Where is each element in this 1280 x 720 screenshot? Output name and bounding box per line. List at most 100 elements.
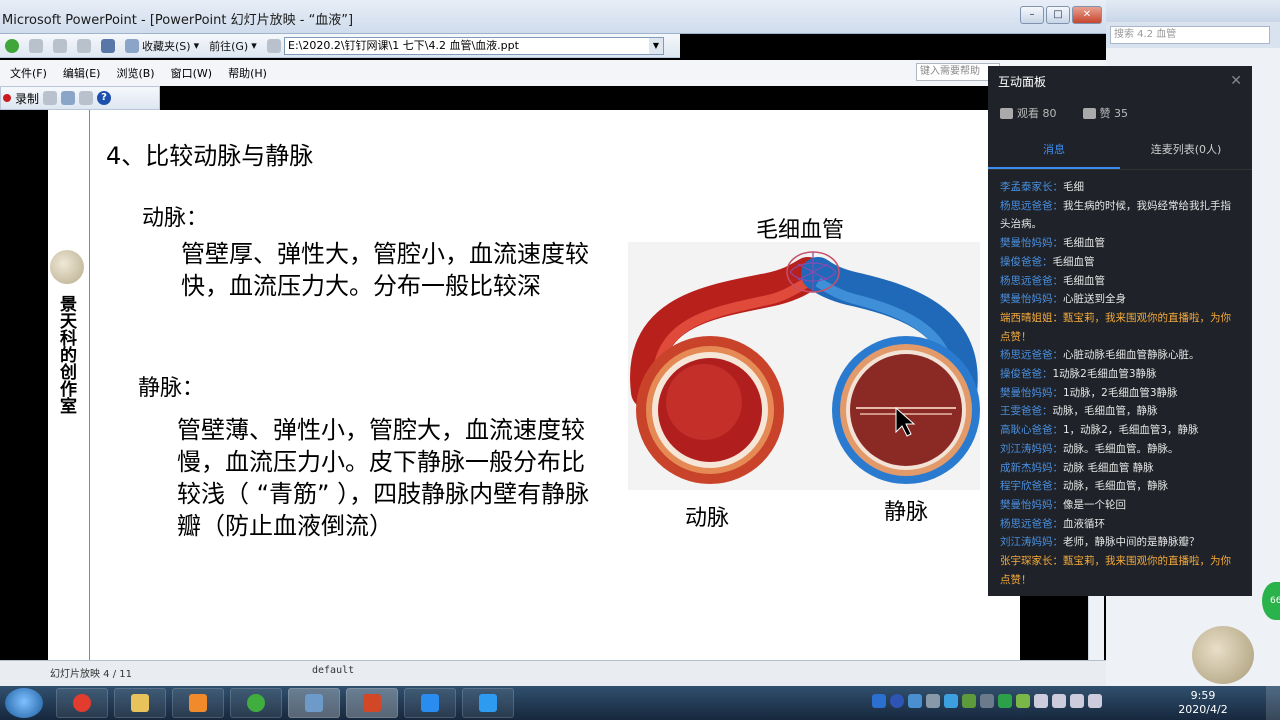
panel-tabs: 消息 连麦列表(0人)	[988, 130, 1252, 170]
chat-message-text: 1动脉，2毛细血管3静脉	[1063, 386, 1178, 399]
chat-message-text: 心脏动脉毛细血管静脉心脏。	[1063, 349, 1200, 362]
refresh-button[interactable]	[72, 38, 96, 53]
nvidia-icon[interactable]	[1016, 694, 1030, 708]
chat-message-text: 动脉，毛细血管，静脉	[1063, 480, 1168, 493]
slide[interactable]: 景天科的创作室 4、比较动脉与静脉 动脉： 管壁厚、弹性大，管腔小，血流速度较快…	[48, 110, 1020, 660]
address-text: E:\2020.2\钉钉网课\1 七下\4.2 血管\血液.ppt	[288, 39, 519, 52]
window-title: Microsoft PowerPoint - [PowerPoint 幻灯片放映…	[2, 13, 354, 28]
chat-message-author: 杨思远爸爸：	[1000, 274, 1063, 287]
tab-messages[interactable]: 消息	[988, 130, 1120, 169]
chat-message: 樊曼怡妈妈：1动脉，2毛细血管3静脉	[1000, 384, 1240, 403]
goto-label: 前往(G)	[209, 39, 249, 53]
folder-icon	[131, 694, 149, 712]
page-icon	[266, 38, 281, 53]
chat-message: 张宇琛家长：甄宝莉，我来围观你的直播啦，为你点赞！	[1000, 552, 1240, 589]
slideshow-toolbar: 录制 ?	[0, 86, 160, 110]
input-icon[interactable]	[980, 694, 994, 708]
volume-icon[interactable]	[1070, 694, 1084, 708]
menu-window[interactable]: 窗口(W)	[163, 65, 220, 81]
mail-icon[interactable]	[79, 91, 94, 105]
taskbar-image[interactable]	[288, 688, 340, 718]
menu-browse[interactable]: 浏览(B)	[108, 65, 162, 81]
menu-file[interactable]: 文件(F)	[2, 65, 55, 81]
print-icon[interactable]	[43, 91, 58, 105]
chat-message: 李孟泰家长：毛细	[1000, 178, 1240, 197]
media-icon	[189, 694, 207, 712]
record-button[interactable]: 录制	[15, 90, 39, 107]
refresh-icon	[77, 38, 91, 53]
maximize-button[interactable]: □	[1046, 6, 1070, 24]
taskbar-ie[interactable]	[230, 688, 282, 718]
chat-message-author: 李孟泰家长：	[1000, 181, 1063, 193]
chat-message-author: 操俊爸爸：	[1000, 368, 1053, 381]
chat-message-text: 动脉 毛细血管 静脉	[1063, 461, 1154, 474]
chat-message-author: 高耿心爸爸：	[1000, 424, 1063, 437]
wechat-icon[interactable]	[998, 694, 1012, 708]
artery-heading: 动脉：	[142, 206, 209, 231]
taskbar-calendar[interactable]	[462, 688, 514, 718]
menu-edit[interactable]: 编辑(E)	[55, 65, 109, 81]
chat-message-text: 心脏送到全身	[1063, 293, 1126, 306]
stop-button[interactable]	[48, 38, 72, 53]
chat-message-author: 刘江涛妈妈：	[1000, 536, 1063, 549]
favorites-menu[interactable]: 收藏夹(S) ▾	[120, 38, 204, 54]
slides-icon[interactable]	[61, 91, 76, 105]
taskbar-media[interactable]	[172, 688, 224, 718]
chat-message: 程宇欣爸爸：动脉，毛细血管，静脉	[1000, 477, 1240, 496]
show-desktop-button[interactable]	[1266, 686, 1280, 720]
goto-menu[interactable]: 前往(G) ▾	[204, 38, 262, 54]
menu-help[interactable]: 帮助(H)	[220, 65, 275, 81]
tab-mic-list[interactable]: 连麦列表(0人)	[1120, 130, 1252, 169]
minimize-button[interactable]: –	[1020, 6, 1044, 24]
search-icon	[125, 38, 139, 53]
floating-avatar[interactable]	[1192, 626, 1254, 684]
likes-stat[interactable]: 赞 35	[1082, 105, 1128, 121]
dingtalk-icon	[421, 694, 439, 712]
start-button[interactable]	[5, 688, 43, 718]
slideshow-area: 景天科的创作室 4、比较动脉与静脉 动脉： 管壁厚、弹性大，管腔小，血流速度较快…	[0, 110, 1106, 673]
bluetooth-icon[interactable]	[908, 694, 922, 708]
home-icon	[101, 38, 115, 53]
panel-header: 互动面板 ✕	[988, 66, 1252, 96]
network-icon[interactable]	[1052, 694, 1066, 708]
baidu-icon[interactable]	[872, 694, 886, 708]
chat-message-author: 端西晴姐姐：	[1000, 311, 1063, 324]
home-button[interactable]	[96, 38, 120, 53]
address-field[interactable]: E:\2020.2\钉钉网课\1 七下\4.2 血管\血液.ppt ▼	[284, 37, 664, 55]
panel-close-icon[interactable]: ✕	[1230, 73, 1242, 89]
forward-button[interactable]	[24, 38, 48, 53]
taskbar: 9:59 2020/4/2	[0, 686, 1280, 720]
address-dropdown-icon[interactable]: ▼	[649, 38, 663, 54]
cloud-icon[interactable]	[944, 694, 958, 708]
taskbar-dingtalk[interactable]	[404, 688, 456, 718]
calendar-icon	[479, 694, 497, 712]
chat-message: 杨思远爸爸：心脏动脉毛细血管静脉心脏。	[1000, 346, 1240, 365]
blood-vessel-diagram	[628, 242, 980, 490]
taskbar-explorer[interactable]	[114, 688, 166, 718]
help-tray-icon[interactable]	[890, 694, 904, 708]
artery-caption: 动脉	[685, 506, 730, 531]
slide-title: 4、比较动脉与静脉	[106, 142, 314, 170]
viewers-count: 观看 80	[1017, 107, 1057, 120]
help-icon[interactable]: ?	[97, 91, 112, 105]
chat-message-author: 杨思远爸爸：	[1000, 199, 1063, 212]
close-button[interactable]: ✕	[1072, 6, 1102, 24]
window-controls: – □ ✕	[1020, 6, 1102, 24]
usb-icon[interactable]	[1034, 694, 1048, 708]
viewers-stat: 观看 80	[1000, 105, 1057, 121]
taskbar-powerpoint[interactable]	[346, 688, 398, 718]
clock[interactable]: 9:59 2020/4/2	[1168, 689, 1238, 717]
shield-icon[interactable]	[962, 694, 976, 708]
action-center-icon[interactable]	[1088, 694, 1102, 708]
browser-search-input[interactable]: 搜索 4.2 血管	[1110, 26, 1270, 44]
back-button[interactable]	[0, 38, 24, 53]
page-button[interactable]	[262, 38, 286, 53]
chat-message-author: 杨思远爸爸：	[1000, 517, 1063, 530]
slide-counter: 幻灯片放映 4 / 11	[50, 669, 132, 680]
taskbar-chrome[interactable]	[56, 688, 108, 718]
chat-message: 樊曼怡妈妈：毛细血管	[1000, 234, 1240, 253]
keyboard-icon[interactable]	[926, 694, 940, 708]
chat-message-author: 程宇欣爸爸：	[1000, 480, 1063, 493]
interaction-panel: 互动面板 ✕ 观看 80 赞 35 消息 连麦列表(0人) 李孟泰家长：毛细 杨思…	[988, 66, 1252, 596]
thumbs-up-icon	[1082, 107, 1096, 119]
